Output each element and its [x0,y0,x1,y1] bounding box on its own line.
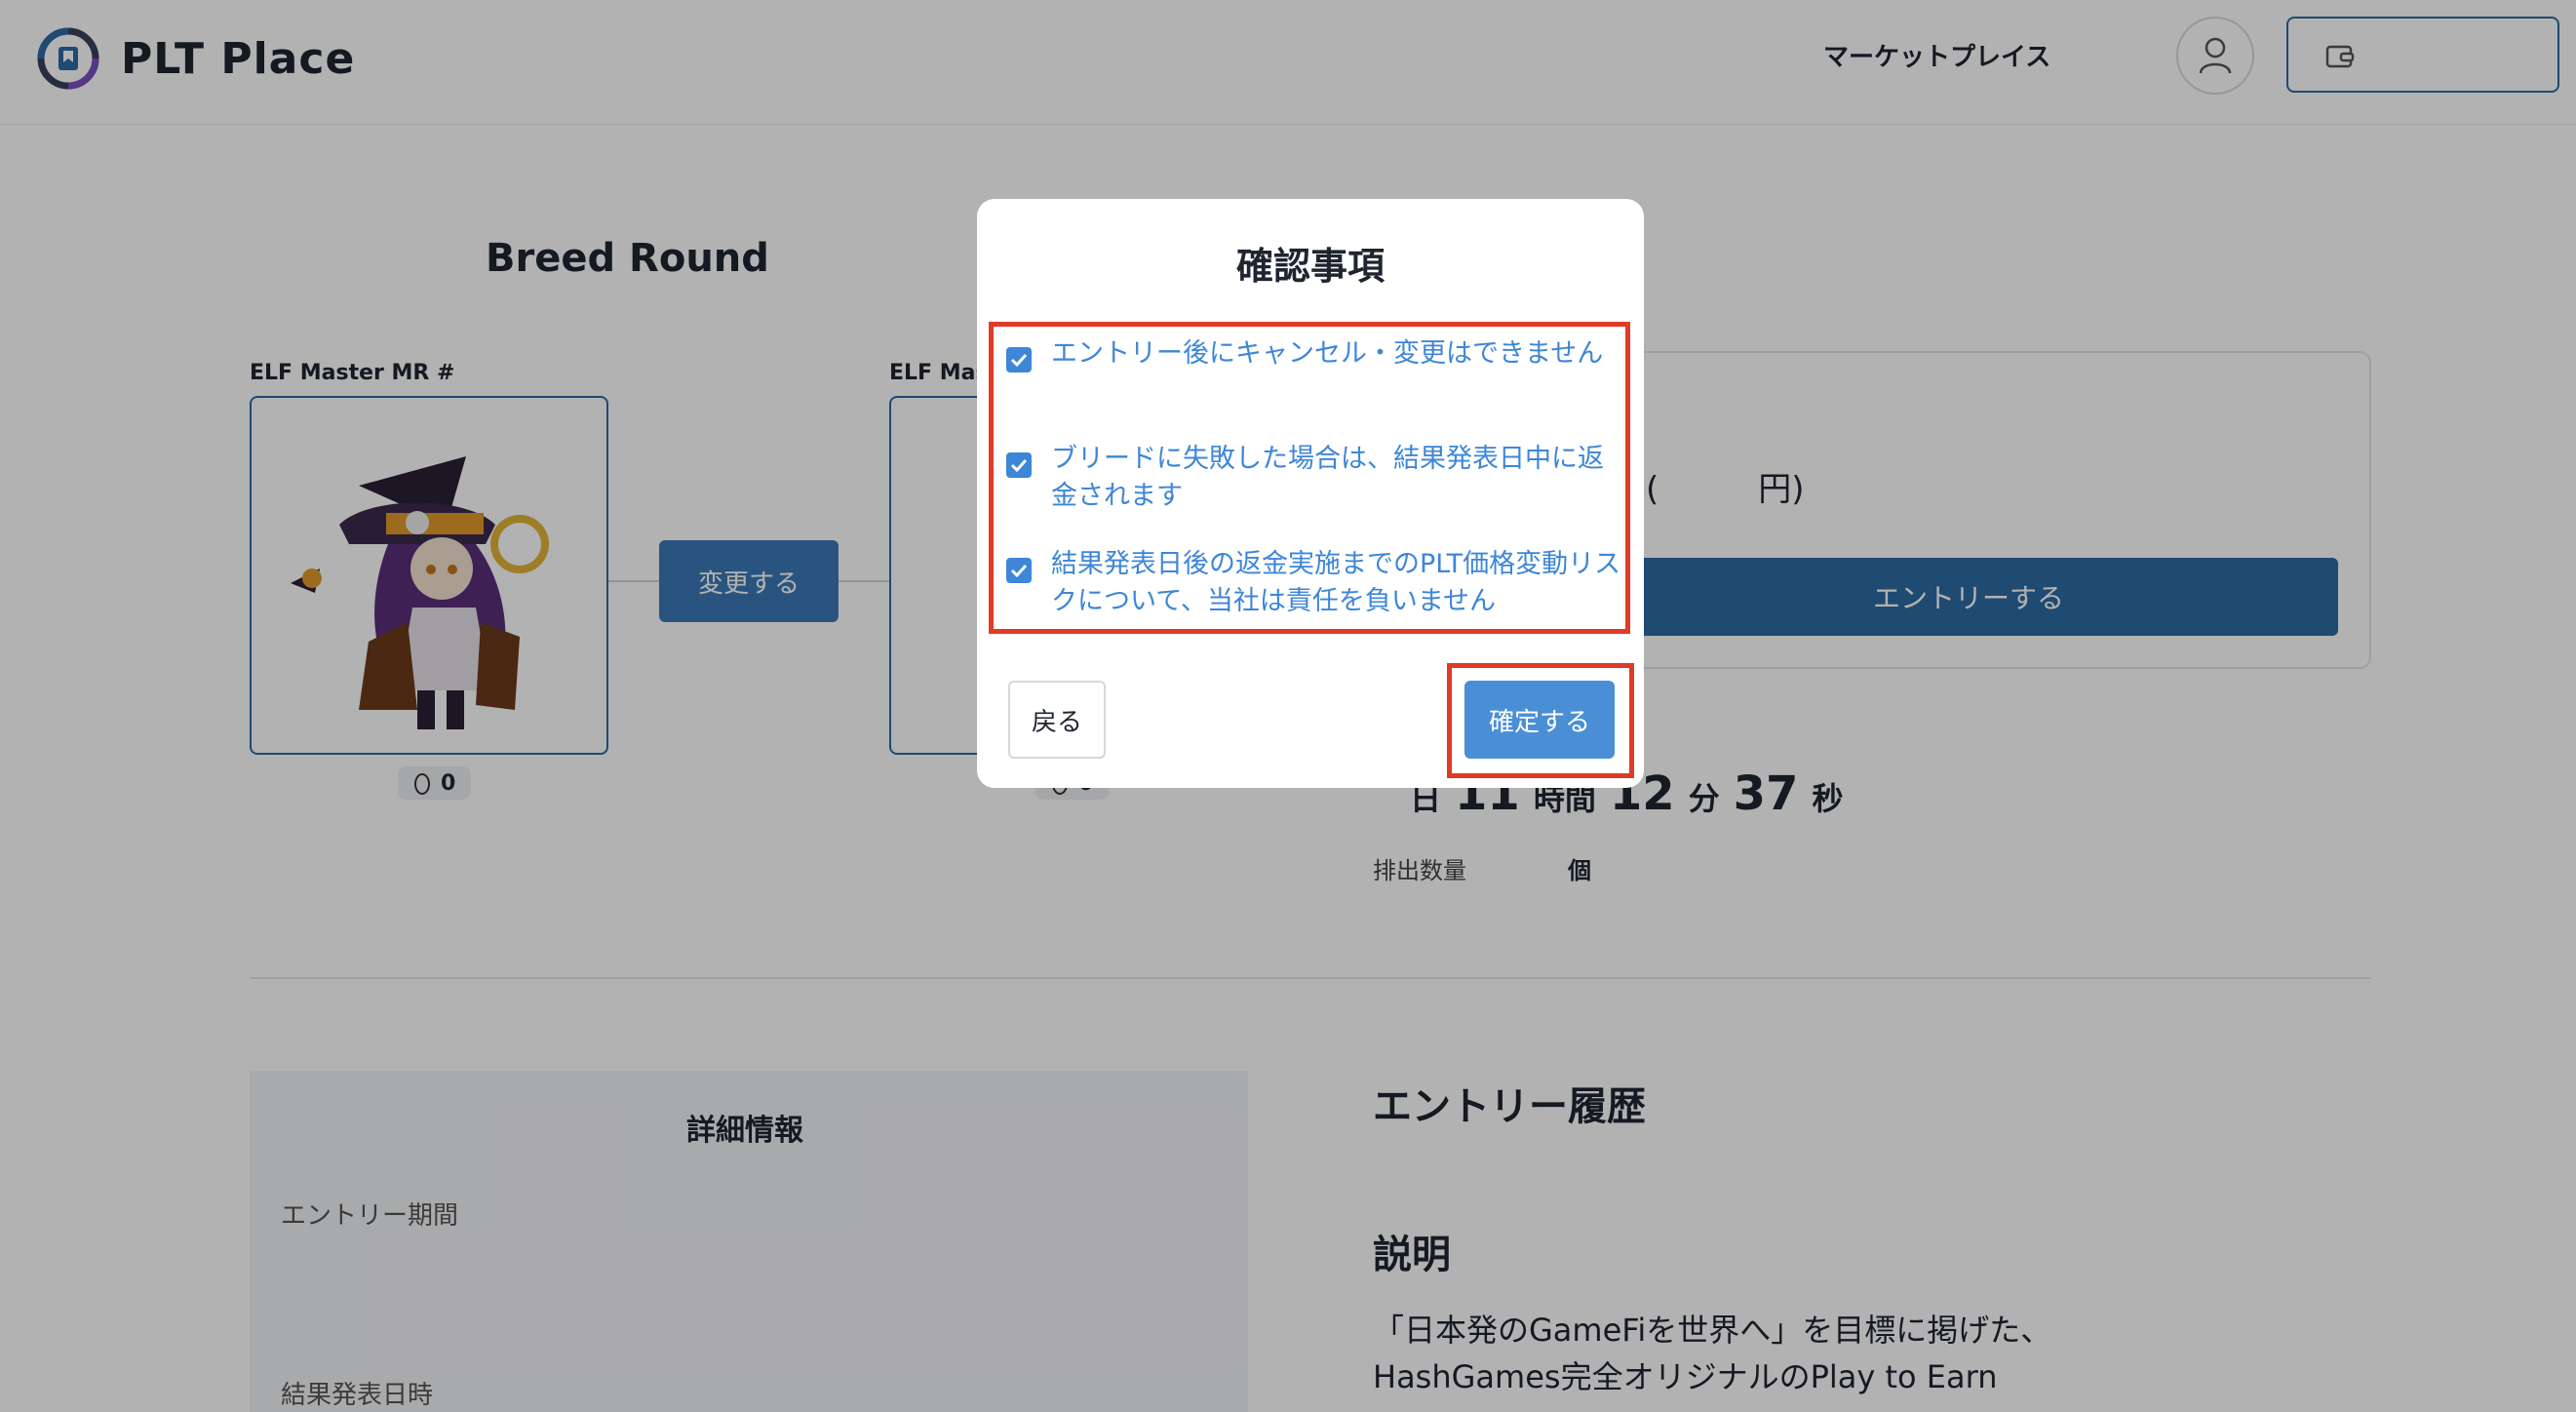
confirm-button[interactable]: 確定する [1464,681,1615,759]
checkbox-checked-icon[interactable] [1006,347,1032,373]
confirm-item-1-text: エントリー後にキャンセル・変更はできません [1051,338,1604,369]
back-button[interactable]: 戻る [1008,681,1106,759]
confirm-item-1[interactable]: エントリー後にキャンセル・変更はできません [1006,335,1624,373]
confirm-item-2-text: ブリードに失敗した場合は、結果発表日中に返金されます [1051,444,1604,511]
confirm-item-2[interactable]: ブリードに失敗した場合は、結果発表日中に返金されます [1006,441,1624,515]
confirmation-modal: 確認事項 エントリー後にキャンセル・変更はできません ブリードに失敗した場合は、… [977,199,1644,788]
checkbox-checked-icon[interactable] [1006,558,1032,583]
confirm-item-3-text: 結果発表日後の返金実施までのPLT価格変動リスクについて、当社は責任を負いません [1051,549,1621,616]
modal-title: 確認事項 [1235,245,1385,288]
checkbox-checked-icon[interactable] [1006,452,1032,478]
confirm-item-3[interactable]: 結果発表日後の返金実施までのPLT価格変動リスクについて、当社は責任を負いません [1006,546,1624,620]
